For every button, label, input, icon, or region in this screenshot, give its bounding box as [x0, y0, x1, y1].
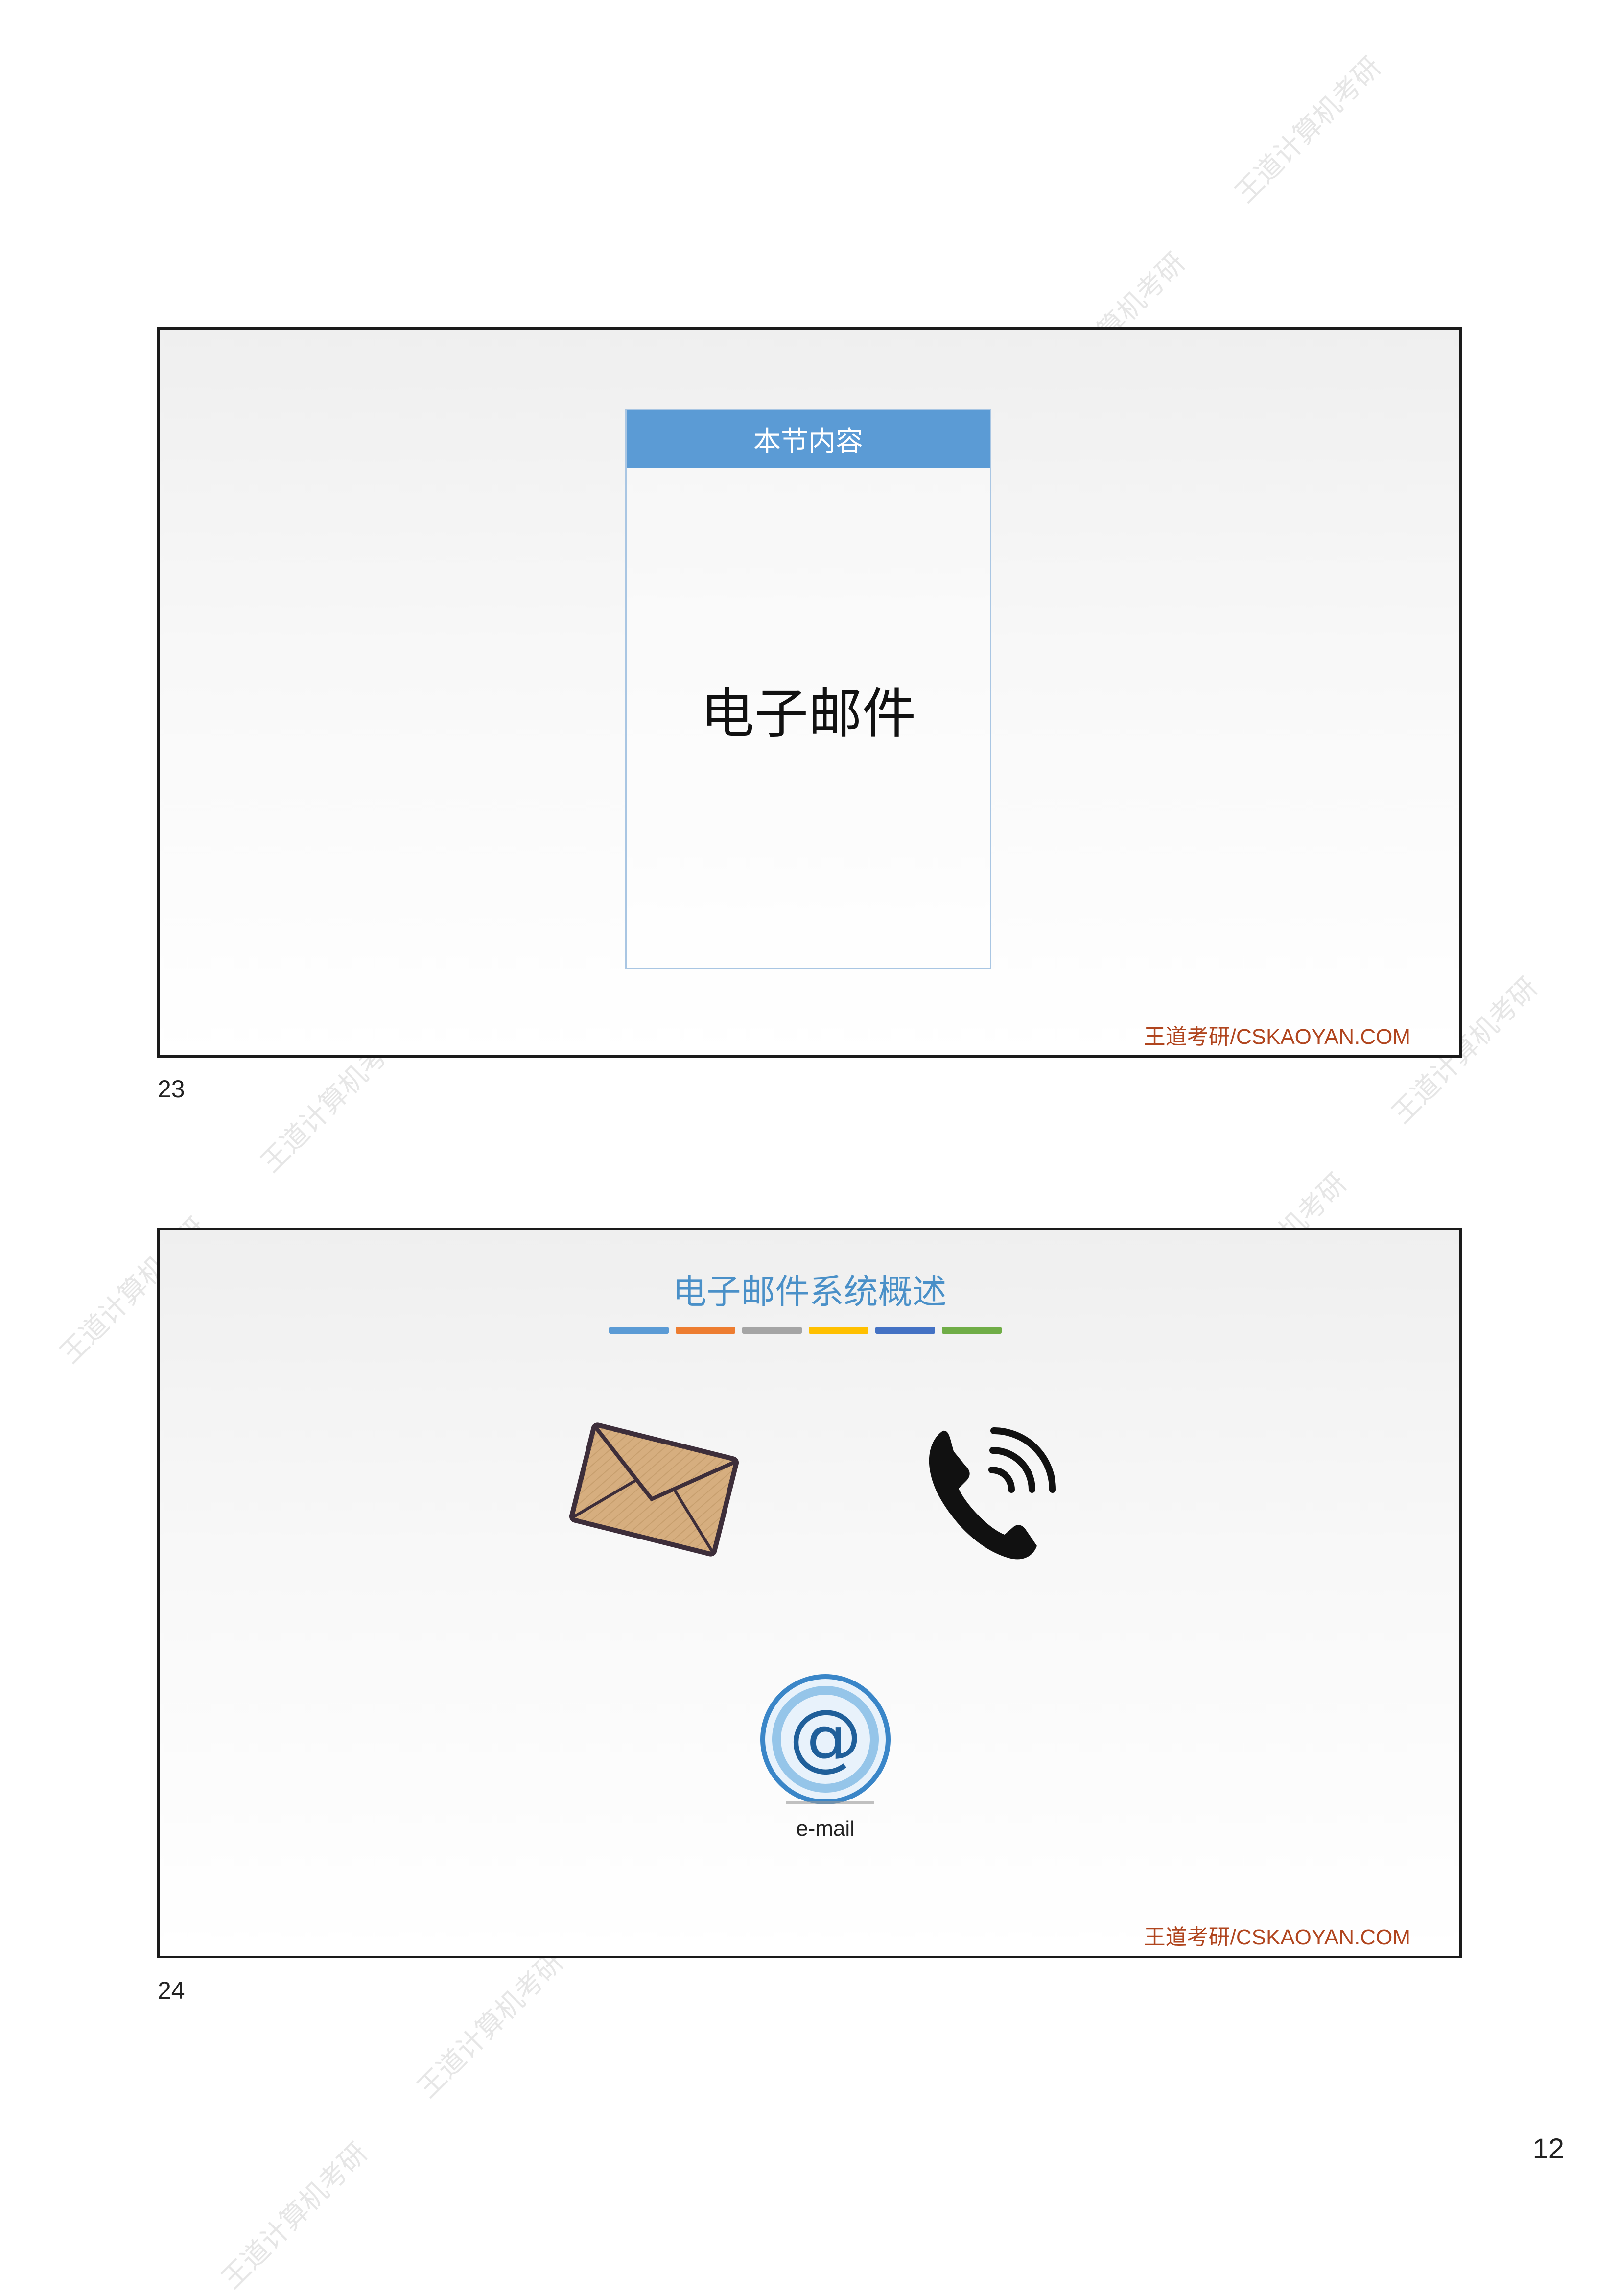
watermark: 王道计算机考研: [215, 2136, 374, 2296]
color-bar-segment: [676, 1327, 735, 1334]
watermark: 王道计算机考研: [1229, 50, 1387, 210]
color-bar-segment: [609, 1327, 669, 1334]
toc-card: 本节内容 电子邮件: [625, 409, 991, 969]
color-bar-segment: [742, 1327, 802, 1334]
toc-card-item: 电子邮件: [701, 683, 916, 745]
color-bar-segment: [809, 1327, 868, 1334]
slide-number: 23: [158, 1075, 185, 1103]
slide-footer: 王道考研/CSKAOYAN.COM: [1144, 1925, 1410, 1949]
color-bar-segment: [942, 1327, 1002, 1334]
phone-icon: [909, 1411, 1065, 1570]
page-number: 12: [1532, 2133, 1564, 2165]
envelope-icon: [561, 1411, 747, 1570]
title-color-bar: [609, 1327, 1002, 1334]
slide-number: 24: [158, 1977, 185, 2004]
color-bar-segment: [875, 1327, 935, 1334]
watermark: 王道计算机考研: [411, 1945, 570, 2105]
slide-footer: 王道考研/CSKAOYAN.COM: [1144, 1025, 1410, 1049]
svg-text:@: @: [789, 1694, 862, 1779]
at-sign-icon: @ e-mail: [752, 1671, 899, 1841]
slide-title: 电子邮件系统概述: [672, 1272, 947, 1312]
email-label: e-mail: [796, 1817, 855, 1841]
slide-24: 电子邮件系统概述 @ e-mail 王道考研/CSKAOYAN.COM: [157, 1228, 1462, 1958]
toc-card-header: 本节内容: [627, 410, 990, 468]
slide-23: 本节内容 电子邮件 王道考研/CSKAOYAN.COM: [157, 327, 1462, 1058]
